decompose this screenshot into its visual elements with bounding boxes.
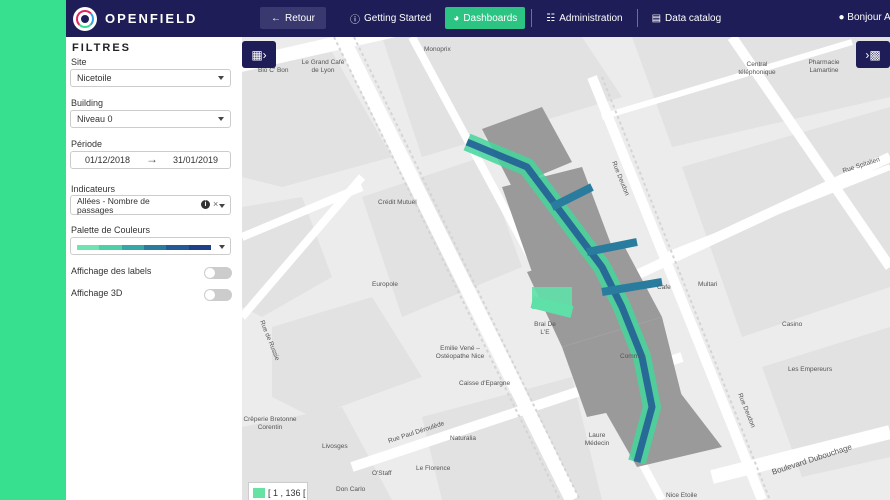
- getting-started-button[interactable]: ⓘ Getting Started: [342, 7, 439, 29]
- map-label: Multari: [698, 281, 718, 288]
- user-greeting: Bonjour Ar: [847, 12, 890, 23]
- brand-name: OPENFIELD: [105, 11, 198, 26]
- administration-button[interactable]: ☷ Administration: [538, 7, 630, 29]
- map-label: Cafe: [657, 284, 671, 291]
- palette-swatch: [121, 245, 144, 250]
- period-end[interactable]: 31/01/2019: [173, 155, 218, 165]
- map-icon: ▦: [251, 47, 263, 62]
- map-label: Brai De L'E: [534, 321, 556, 336]
- caret-down-icon: [218, 117, 224, 121]
- palette-swatch: [143, 245, 167, 250]
- map-legend: [ 1 , 136 [: [248, 482, 308, 500]
- palette-swatch: [77, 245, 100, 250]
- indicators-value: Allées - Nombre de passages: [77, 196, 150, 215]
- map-label: Le Florence: [416, 465, 451, 472]
- nav-divider: [531, 9, 533, 27]
- map-label: Laure Médecin: [584, 432, 610, 447]
- bar-chart-icon: ▩: [869, 47, 881, 62]
- user-menu[interactable]: ● Bonjour Ar: [838, 12, 890, 23]
- gauge-icon: ◕: [453, 12, 460, 24]
- filters-title: FILTRES: [72, 42, 132, 54]
- data-catalog-label: Data catalog: [665, 12, 722, 24]
- site-label: Site: [71, 57, 87, 67]
- palette-gradient: [77, 245, 211, 250]
- caret-down-icon: [219, 204, 225, 208]
- filters-sidebar: FILTRES Site Nicetoile Building Niveau 0…: [66, 37, 243, 500]
- nav-divider: [636, 9, 638, 27]
- view3d-toggle[interactable]: [204, 289, 232, 301]
- building-value: Niveau 0: [77, 114, 113, 124]
- top-navbar: OPENFIELD ← Retour ⓘ Getting Started ◕ D…: [66, 0, 890, 37]
- stats-panel-button[interactable]: › ▩: [856, 41, 890, 68]
- map-label: O'Staff: [372, 470, 392, 477]
- back-button[interactable]: ← Retour: [260, 7, 327, 29]
- user-icon: ●: [838, 12, 845, 23]
- palette-swatch: [188, 245, 211, 250]
- palette-select[interactable]: [70, 237, 231, 255]
- map-label: Casino: [782, 321, 803, 328]
- clear-icon[interactable]: ×: [213, 199, 218, 209]
- getting-started-label: Getting Started: [364, 12, 432, 24]
- map-label: Nice Etoile: [666, 492, 698, 499]
- map-label: Livosges: [322, 443, 348, 450]
- administration-label: Administration: [559, 12, 623, 24]
- arrow-left-icon: ←: [271, 12, 281, 24]
- indicators-label: Indicateurs: [71, 184, 116, 194]
- legend-range: [ 1 , 136 [: [268, 488, 306, 498]
- book-icon: ▤: [651, 12, 662, 24]
- map-label: Central téléphonique: [738, 61, 776, 76]
- labels-toggle-label: Affichage des labels: [71, 266, 152, 276]
- building-select[interactable]: Niveau 0: [70, 110, 231, 128]
- dashboards-label: Dashboards: [463, 12, 518, 24]
- dashboards-button[interactable]: ◕ Dashboards: [445, 7, 526, 29]
- palette-swatch: [166, 245, 189, 250]
- caret-down-icon: [219, 245, 225, 249]
- map-label: Naturalia: [450, 435, 477, 442]
- map-label: Pharmacie Lamartine: [808, 59, 840, 74]
- map-label: Bio C' Bon: [258, 67, 289, 74]
- map-label: Les Empereurs: [788, 366, 833, 373]
- data-catalog-button[interactable]: ▤ Data catalog: [644, 7, 730, 29]
- legend-swatch: [253, 488, 265, 498]
- map-label: Commo: [620, 353, 643, 360]
- users-icon: ☷: [546, 12, 556, 24]
- labels-toggle[interactable]: [204, 267, 232, 279]
- arrow-right-icon: →: [146, 152, 158, 166]
- brand[interactable]: OPENFIELD: [73, 6, 253, 31]
- palette-label: Palette de Couleurs: [71, 225, 151, 235]
- openfield-logo-icon: [73, 6, 97, 31]
- map-label: Crédit Mutuel: [378, 199, 417, 206]
- info-icon[interactable]: i: [201, 200, 210, 209]
- map-label: Crêperie Bretonne Corentin: [243, 416, 297, 431]
- main-nav: ← Retour ⓘ Getting Started ◕ Dashboards …: [260, 7, 735, 29]
- chevron-right-icon: ›: [262, 47, 267, 62]
- map-label: Europole: [372, 281, 399, 288]
- map-label: Don Carlo: [336, 486, 366, 493]
- period-label: Période: [71, 139, 103, 149]
- map-canvas: [242, 37, 890, 500]
- building-label: Building: [71, 98, 104, 108]
- period-start[interactable]: 01/12/2018: [85, 155, 130, 165]
- back-label: Retour: [285, 12, 316, 24]
- info-icon: ⓘ: [350, 14, 361, 26]
- left-accent-strip: [0, 0, 66, 500]
- map-label: Caisse d'Epargne: [459, 380, 511, 387]
- site-value: Nicetoile: [77, 73, 112, 83]
- map-view[interactable]: Monoprix Le Grand Café de Lyon Bio C' Bo…: [242, 37, 890, 500]
- caret-down-icon: [218, 76, 224, 80]
- indicators-select[interactable]: Allées - Nombre de passages i ×: [70, 195, 231, 215]
- site-select[interactable]: Nicetoile: [70, 69, 231, 87]
- period-range-picker[interactable]: 01/12/2018 → 31/01/2019: [70, 151, 231, 169]
- map-label: Le Grand Café de Lyon: [301, 59, 345, 74]
- map-label: Emilie Vené – Ostéopathe Nice: [435, 345, 485, 360]
- map-label: Monoprix: [424, 46, 451, 53]
- map-layers-button[interactable]: ▦ ›: [242, 41, 276, 68]
- palette-swatch: [99, 245, 122, 250]
- view3d-toggle-label: Affichage 3D: [71, 288, 123, 298]
